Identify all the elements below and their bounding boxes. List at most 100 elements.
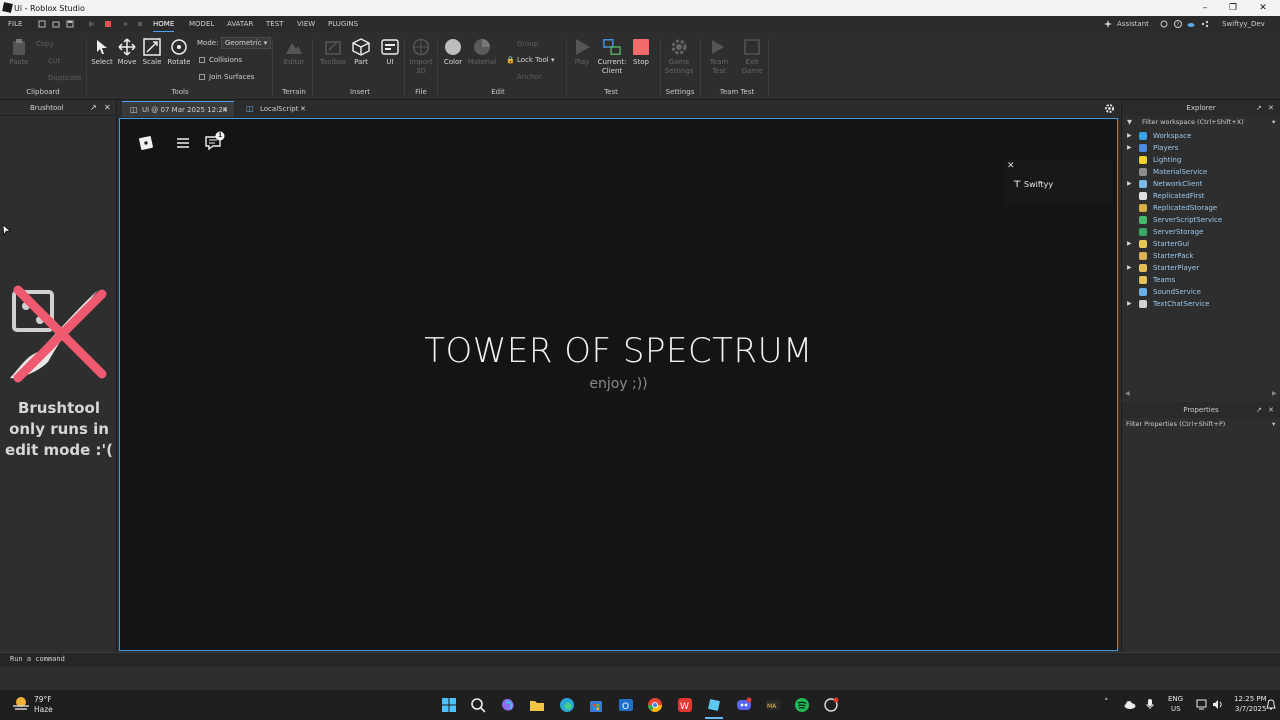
notification-bell-icon[interactable] — [1266, 699, 1276, 711]
tree-item-lighting[interactable]: Lighting — [1122, 154, 1280, 166]
expand-arrow-icon[interactable]: ▶ — [1127, 238, 1132, 250]
network-icon[interactable] — [1196, 699, 1207, 710]
close-panel-icon[interactable]: ✕ — [1268, 100, 1274, 116]
media-app-icon[interactable] — [823, 697, 839, 713]
windows-start-icon[interactable] — [441, 697, 457, 713]
new-file-icon[interactable] — [38, 20, 46, 28]
cut-button[interactable]: Cut — [36, 57, 60, 65]
import-3d-button[interactable]: Import 3D — [406, 36, 436, 76]
horizontal-scrollbar[interactable]: ◀ ▶ — [1122, 390, 1280, 398]
weather-desc[interactable]: Haze — [34, 705, 53, 714]
copilot-icon[interactable] — [500, 697, 516, 713]
search-icon[interactable] — [470, 697, 486, 713]
scale-tool-button[interactable]: Scale — [137, 36, 167, 67]
terrain-editor-button[interactable]: Editor — [279, 36, 309, 67]
chevron-down-icon[interactable]: ▾ — [1272, 116, 1275, 128]
assistant-button[interactable]: Assistant — [1117, 16, 1149, 32]
popout-icon[interactable]: ↗ — [1256, 402, 1262, 418]
tab-ui[interactable]: ◫ Ui @ 07 Mar 2025 12:24 ✕ — [122, 101, 234, 117]
tree-item-serverstorage[interactable]: ServerStorage — [1122, 226, 1280, 238]
expand-arrow-icon[interactable]: ▶ — [1127, 130, 1132, 142]
tree-item-workspace[interactable]: ▶ Workspace — [1122, 130, 1280, 142]
anchor-button[interactable]: Anchor — [506, 73, 542, 81]
tree-item-materialservice[interactable]: MaterialService — [1122, 166, 1280, 178]
game-launcher-icon[interactable]: MA — [765, 697, 781, 713]
edge-browser-icon[interactable] — [559, 697, 575, 713]
open-file-icon[interactable] — [52, 20, 60, 28]
group-button[interactable]: Group — [506, 40, 538, 48]
minimize-button[interactable]: – — [1190, 0, 1220, 16]
user-menu[interactable]: Swiftyy_Dev — [1222, 16, 1265, 32]
expand-arrow-icon[interactable]: ▶ — [1127, 142, 1132, 154]
paste-button[interactable]: Paste — [4, 36, 34, 67]
tree-item-teams[interactable]: Teams — [1122, 274, 1280, 286]
expand-arrow-icon[interactable]: ▶ — [1127, 178, 1132, 190]
more-icon[interactable] — [136, 20, 144, 28]
file-explorer-icon[interactable] — [529, 697, 545, 713]
roblox-studio-taskbar-icon[interactable] — [706, 697, 722, 713]
command-bar-input[interactable]: Run a command — [0, 652, 1280, 666]
collisions-checkbox[interactable]: Collisions — [199, 56, 242, 64]
exit-game-button[interactable]: Exit Game — [737, 36, 767, 76]
discord-icon[interactable] — [736, 697, 752, 713]
microphone-icon[interactable] — [1146, 698, 1154, 710]
tree-item-soundservice[interactable]: SoundService — [1122, 286, 1280, 298]
clock-time[interactable]: 12:25 PM — [1234, 695, 1267, 703]
ui-button[interactable]: UI — [375, 36, 405, 67]
menu-view[interactable]: VIEW — [297, 16, 315, 32]
save-icon[interactable] — [66, 20, 74, 28]
tab-localscript[interactable]: ◫ LocalScript ✕ — [240, 101, 310, 117]
menu-model[interactable]: MODEL — [189, 16, 214, 32]
tree-item-starterplayer[interactable]: ▶ StarterPlayer — [1122, 262, 1280, 274]
duplicate-button[interactable]: Duplicate — [36, 74, 81, 82]
tree-item-networkclient[interactable]: ▶ NetworkClient — [1122, 178, 1280, 190]
wps-office-icon[interactable]: W — [677, 697, 693, 713]
cloud-icon[interactable] — [1187, 20, 1195, 28]
assistant-icon[interactable] — [1104, 20, 1112, 28]
chat-icon[interactable] — [204, 131, 226, 151]
game-viewport[interactable]: 1 ✕ ⊤ Swiftyy TOWER OF SPECTRUM enjoy ;)… — [119, 118, 1118, 651]
maximize-button[interactable]: ❐ — [1218, 0, 1248, 16]
tree-item-startergui[interactable]: ▶ StarterGui — [1122, 238, 1280, 250]
current-client-button[interactable]: Current: Client — [594, 36, 630, 76]
close-tab-icon[interactable]: ✕ — [222, 102, 228, 118]
roblox-menu-icon[interactable] — [138, 135, 154, 151]
tree-item-textchatservice[interactable]: ▶ TextChatService — [1122, 298, 1280, 310]
expand-arrow-icon[interactable]: ▶ — [1127, 298, 1132, 310]
weather-haze-icon[interactable] — [12, 696, 30, 712]
play-button[interactable]: Play — [567, 36, 597, 67]
onedrive-cloud-icon[interactable] — [1124, 700, 1136, 709]
rotate-tool-button[interactable]: Rotate — [164, 36, 194, 67]
tree-item-starterpack[interactable]: StarterPack — [1122, 250, 1280, 262]
gear-icon[interactable] — [1104, 103, 1115, 114]
help-icon[interactable]: ? — [1174, 20, 1182, 28]
material-button[interactable]: Material — [467, 36, 497, 67]
undo-icon[interactable] — [122, 20, 130, 28]
volume-icon[interactable] — [1212, 699, 1223, 710]
microsoft-store-icon[interactable] — [588, 697, 604, 713]
toolbox-button[interactable]: Toolbox — [318, 36, 348, 67]
input-region[interactable]: US — [1171, 705, 1181, 713]
sync-icon[interactable] — [1160, 20, 1168, 28]
outlook-icon[interactable]: O — [618, 697, 634, 713]
hamburger-menu-icon[interactable] — [175, 135, 191, 151]
close-button[interactable]: ✕ — [1248, 0, 1278, 16]
game-settings-button[interactable]: Game Settings — [664, 36, 694, 76]
spotify-icon[interactable] — [794, 697, 810, 713]
menu-home[interactable]: HOME — [153, 16, 175, 32]
chevron-up-icon[interactable]: ˄ — [1104, 698, 1109, 708]
part-button[interactable]: Part — [346, 36, 376, 67]
team-test-button[interactable]: Team Test — [704, 36, 734, 76]
tree-item-players[interactable]: ▶ Players — [1122, 142, 1280, 154]
stop-small-icon[interactable] — [104, 20, 112, 28]
tree-item-replicatedstorage[interactable]: ReplicatedStorage — [1122, 202, 1280, 214]
tree-item-serverscriptservice[interactable]: ServerScriptService — [1122, 214, 1280, 226]
copy-button[interactable]: Copy — [36, 40, 54, 48]
color-button[interactable]: Color — [438, 36, 468, 67]
close-panel-icon[interactable]: ✕ — [1268, 402, 1274, 418]
input-language[interactable]: ENG — [1168, 695, 1183, 703]
menu-avatar[interactable]: AVATAR — [227, 16, 253, 32]
close-panel-icon[interactable]: ✕ — [104, 103, 111, 112]
join-surfaces-checkbox[interactable]: Join Surfaces — [199, 73, 254, 81]
stop-button[interactable]: Stop — [626, 36, 656, 67]
